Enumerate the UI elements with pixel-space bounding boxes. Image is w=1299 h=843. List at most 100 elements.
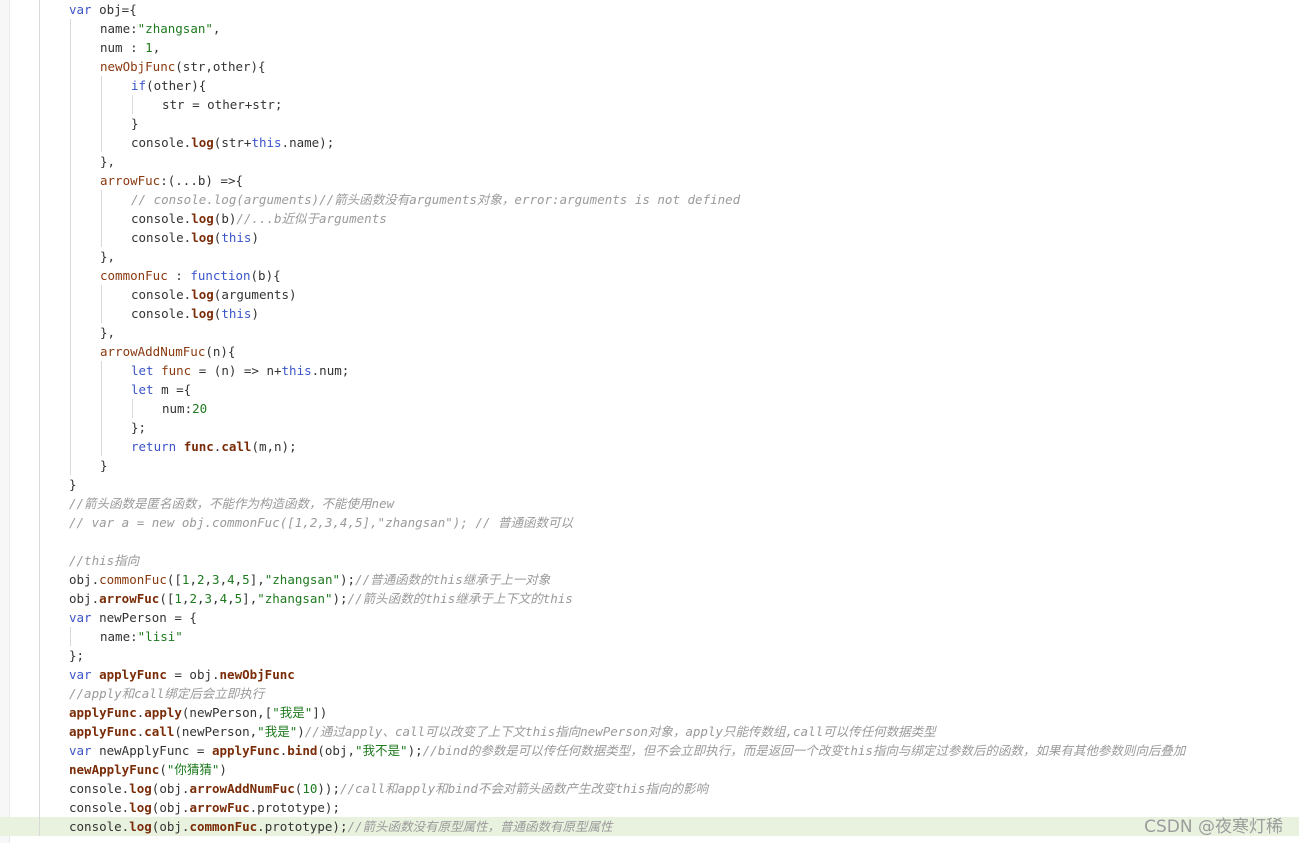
code-line[interactable]: arrowAddNumFuc(n){ bbox=[0, 342, 1299, 361]
code-line[interactable]: var newApplyFunc = applyFunc.bind(obj,"我… bbox=[0, 741, 1299, 760]
code-line[interactable]: //this指向 bbox=[0, 551, 1299, 570]
indent-guide bbox=[101, 380, 102, 399]
indent-guide bbox=[39, 456, 40, 475]
indent-guide bbox=[101, 190, 102, 209]
code-line[interactable]: if(other){ bbox=[0, 76, 1299, 95]
indent-guide bbox=[39, 228, 40, 247]
code-line[interactable]: newObjFunc(str,other){ bbox=[0, 57, 1299, 76]
code-token: , bbox=[227, 591, 235, 606]
indent-guide bbox=[70, 19, 71, 38]
code-line[interactable]: // var a = new obj.commonFuc([1,2,3,4,5]… bbox=[0, 513, 1299, 532]
code-line[interactable]: console.log(this) bbox=[0, 304, 1299, 323]
indent-guide bbox=[39, 779, 40, 798]
code-editor[interactable]: var obj={name:"zhangsan", num : 1, newObjF… bbox=[0, 0, 1299, 843]
code-token: ( bbox=[159, 762, 167, 777]
code-text: console.log(obj.commonFuc.prototype);//箭… bbox=[69, 817, 613, 836]
code-line[interactable]: newApplyFunc("你猜猜") bbox=[0, 760, 1299, 779]
code-token: (str,other){ bbox=[175, 59, 266, 74]
code-line[interactable]: console.log(arguments) bbox=[0, 285, 1299, 304]
indent-guide bbox=[39, 684, 40, 703]
code-line[interactable]: }, bbox=[0, 152, 1299, 171]
code-text: let func = (n) => n+this.num; bbox=[131, 361, 349, 380]
code-line[interactable]: } bbox=[0, 114, 1299, 133]
indent-guide bbox=[70, 456, 71, 475]
indent-guide bbox=[70, 247, 71, 266]
code-token: var bbox=[69, 610, 92, 625]
indent-guide bbox=[70, 171, 71, 190]
code-token: //call和apply和bind不会对箭头函数产生改变this指向的影响 bbox=[339, 781, 708, 796]
indent-guide bbox=[101, 399, 102, 418]
code-token: obj={ bbox=[91, 2, 137, 17]
code-line[interactable]: // console.log(arguments)//箭头函数没有argumen… bbox=[0, 190, 1299, 209]
code-line[interactable]: console.log(str+this.name); bbox=[0, 133, 1299, 152]
code-token: 4 bbox=[219, 591, 228, 606]
indent-guide bbox=[39, 665, 40, 684]
code-line[interactable]: //箭头函数是匿名函数，不能作为构造函数，不能使用new bbox=[0, 494, 1299, 513]
indent-guide bbox=[39, 57, 40, 76]
indent-guide bbox=[39, 190, 40, 209]
code-line[interactable]: var obj={ bbox=[0, 0, 1299, 19]
code-token: //bind的参数是可以传任何数据类型，但不会立即执行，而是返回一个改变this… bbox=[422, 743, 1186, 758]
code-line[interactable]: let m ={ bbox=[0, 380, 1299, 399]
code-line[interactable]: arrowFuc:(...b) =>{ bbox=[0, 171, 1299, 190]
code-token: applyFunc bbox=[69, 724, 137, 739]
code-line[interactable]: num : 1, bbox=[0, 38, 1299, 57]
code-line[interactable]: }; bbox=[0, 646, 1299, 665]
code-line[interactable]: name:"lisi" bbox=[0, 627, 1299, 646]
code-line[interactable]: obj.arrowFuc([1,2,3,4,5],"zhangsan");//箭… bbox=[0, 589, 1299, 608]
code-token: //this指向 bbox=[69, 553, 140, 568]
code-line[interactable]: name:"zhangsan", bbox=[0, 19, 1299, 38]
code-line[interactable]: var applyFunc = obj.newObjFunc bbox=[0, 665, 1299, 684]
code-line[interactable]: applyFunc.call(newPerson,"我是")//通过apply、… bbox=[0, 722, 1299, 741]
code-token: (b) bbox=[213, 211, 237, 226]
code-line[interactable]: commonFuc : function(b){ bbox=[0, 266, 1299, 285]
indent-guide bbox=[70, 399, 71, 418]
code-token: ) bbox=[297, 724, 305, 739]
code-token: (n){ bbox=[205, 344, 236, 359]
code-line[interactable]: }; bbox=[0, 418, 1299, 437]
code-token: console. bbox=[131, 211, 192, 226]
code-line[interactable]: }, bbox=[0, 247, 1299, 266]
code-line[interactable]: console.log(obj.arrowAddNumFuc(10));//ca… bbox=[0, 779, 1299, 798]
indent-guide bbox=[132, 95, 133, 114]
code-line[interactable]: console.log(this) bbox=[0, 228, 1299, 247]
indent-guide bbox=[101, 114, 102, 133]
code-text: console.log(obj.arrowAddNumFuc(10));//ca… bbox=[69, 779, 708, 798]
indent-guide bbox=[70, 323, 71, 342]
code-token: "zhangsan" bbox=[264, 572, 341, 587]
code-token: 20 bbox=[192, 401, 208, 416]
code-line[interactable]: console.log(b)//...b近似于arguments bbox=[0, 209, 1299, 228]
code-line[interactable]: console.log(obj.arrowFuc.prototype); bbox=[0, 798, 1299, 817]
code-line[interactable]: num:20 bbox=[0, 399, 1299, 418]
code-line[interactable]: //apply和call绑定后会立即执行 bbox=[0, 684, 1299, 703]
code-line[interactable]: obj.commonFuc([1,2,3,4,5],"zhangsan");//… bbox=[0, 570, 1299, 589]
indent-guide bbox=[39, 494, 40, 513]
code-line[interactable]: str = other+str; bbox=[0, 95, 1299, 114]
code-token: "我不是" bbox=[355, 743, 408, 758]
code-token: log bbox=[129, 781, 152, 796]
code-line[interactable]: applyFunc.apply(newPerson,["我是"]) bbox=[0, 703, 1299, 722]
code-token: newObjFunc bbox=[219, 667, 295, 682]
code-token: let bbox=[131, 382, 154, 397]
indent-guide bbox=[39, 247, 40, 266]
code-line[interactable]: } bbox=[0, 475, 1299, 494]
code-line[interactable] bbox=[0, 532, 1299, 551]
code-area[interactable]: var obj={name:"zhangsan", num : 1, newObjF… bbox=[0, 0, 1299, 836]
code-token: // var a = new obj.commonFuc([1,2,3,4,5]… bbox=[69, 515, 573, 530]
code-token: console. bbox=[69, 781, 130, 796]
indent-guide bbox=[39, 418, 40, 437]
code-text: }, bbox=[100, 323, 115, 342]
code-text: applyFunc.apply(newPerson,["我是"]) bbox=[69, 703, 327, 722]
code-line[interactable]: return func.call(m,n); bbox=[0, 437, 1299, 456]
code-text: console.log(str+this.name); bbox=[131, 133, 334, 152]
code-token: (obj. bbox=[151, 800, 190, 815]
code-line[interactable]: }, bbox=[0, 323, 1299, 342]
code-line[interactable]: console.log(obj.commonFuc.prototype);//箭… bbox=[0, 817, 1299, 836]
code-token: log bbox=[191, 211, 214, 226]
code-line[interactable]: var newPerson = { bbox=[0, 608, 1299, 627]
code-text: console.log(b)//...b近似于arguments bbox=[131, 209, 387, 228]
code-line[interactable]: let func = (n) => n+this.num; bbox=[0, 361, 1299, 380]
indent-guide bbox=[70, 418, 71, 437]
code-line[interactable]: } bbox=[0, 456, 1299, 475]
indent-guide bbox=[39, 722, 40, 741]
